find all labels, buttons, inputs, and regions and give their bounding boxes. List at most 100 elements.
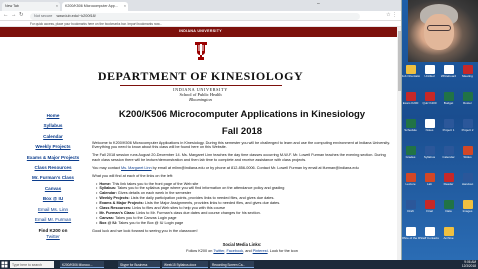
sidebar-link-home[interactable]: Home	[20, 111, 86, 121]
back-icon[interactable]: ←	[3, 12, 9, 18]
taskbar-clock[interactable]: 9:06 AM 12/3/2018	[461, 260, 476, 268]
desktop-file-icon[interactable]: Handout	[458, 173, 477, 186]
iu-banner-text[interactable]: INDIANA UNIVERSITY	[0, 29, 401, 33]
desktop-file-label: Slides	[463, 156, 472, 159]
desktop-file-icon[interactable]: Calendar	[439, 146, 458, 159]
file-icon	[424, 200, 435, 209]
desktop-file-label: Lecture	[405, 183, 416, 186]
session-paragraph: The Fall 2018 session runs August 20-Dec…	[92, 153, 386, 162]
desktop-file-icon[interactable]: Lab	[420, 173, 439, 186]
file-icon	[462, 173, 473, 182]
desktop-file-icon[interactable]: Draft	[401, 200, 420, 213]
tab-new[interactable]: New Tab ×	[2, 2, 60, 11]
department-name: DEPARTMENT OF KINESIOLOGY	[97, 69, 304, 83]
desktop-file-label: Schedule	[404, 129, 417, 132]
forward-icon[interactable]: →	[11, 12, 17, 18]
desktop-file-icon[interactable]: Slides	[458, 146, 477, 159]
desktop-file-icon[interactable]: Whiteboard	[439, 65, 458, 78]
desktop-file-icon[interactable]: Schedule	[401, 119, 420, 132]
file-icon	[462, 119, 473, 128]
windows-start-icon[interactable]	[1, 261, 8, 268]
desktop-file-icon[interactable]: Exam K200	[401, 92, 420, 105]
file-icon	[424, 227, 435, 236]
file-icon	[405, 146, 416, 155]
desktop-file-icon[interactable]: Office of the Registrar	[401, 227, 420, 240]
desktop-file-icon[interactable]: Final	[420, 200, 439, 213]
menu-icon[interactable]: ☆ ⋮	[386, 12, 397, 18]
reload-icon[interactable]: ↻	[19, 12, 24, 18]
sidebar-link-canvas[interactable]: Canvas	[20, 184, 86, 194]
webcam-overlay	[408, 0, 478, 62]
desktop-file-icon[interactable]: Meeting	[458, 65, 477, 78]
taskbar-search-input[interactable]: Type here to search	[10, 261, 54, 268]
taskbar-item-recording[interactable]: Recording Screen Ca...	[210, 261, 254, 268]
minimize-icon[interactable]: –	[317, 1, 320, 7]
sidebar-twitter-link[interactable]: Twitter	[20, 233, 86, 240]
pinterest-link[interactable]: Pinterest	[253, 249, 268, 253]
taskbar-item-chrome[interactable]: K200/K506 Microco...	[60, 261, 104, 268]
sidebar-link-box[interactable]: Box @ IU	[20, 194, 86, 204]
iu-trident-logo[interactable]	[194, 41, 208, 61]
desktop-file-icon[interactable]: Project 2	[458, 119, 477, 132]
sidebar-link-class-resources[interactable]: Class Resources	[20, 163, 86, 173]
scrollbar-thumb[interactable]	[397, 31, 401, 91]
follow-line: Follow K200 on Twitter, Facebook, and Pi…	[92, 249, 392, 253]
desktop-file-icon[interactable]: Notes	[420, 119, 439, 132]
desktop-file-icon[interactable]: Grades	[401, 146, 420, 159]
webcam-person-face	[424, 14, 454, 50]
tab-label: K200/K506 Microcomputer App...	[65, 4, 118, 8]
desktop-file-icon[interactable]: Archive	[439, 227, 458, 240]
sidebar-nav: Home Syllabus Calendar Weekly Projects E…	[20, 111, 86, 240]
desktop-file-icon[interactable]: Images	[458, 200, 477, 213]
sidebar-link-email-linn[interactable]: Email Ms. Linn	[20, 205, 86, 215]
desktop-file-icon[interactable]: Staff Contacts	[420, 227, 439, 240]
file-icon	[424, 119, 435, 128]
file-icon	[405, 65, 416, 74]
file-icon	[405, 200, 416, 209]
taskbar-item-word[interactable]: Week15 Syllabus.docx	[162, 261, 208, 268]
tab-k200[interactable]: K200/K506 Microcomputer App... ×	[62, 2, 128, 11]
page-title: K200/K506 Microcomputer Applications in …	[118, 109, 366, 120]
desktop-file-icon[interactable]: Roster	[458, 92, 477, 105]
sidebar-link-weekly-projects[interactable]: Weekly Projects	[20, 142, 86, 152]
file-icon	[462, 92, 473, 101]
sidebar-link-syllabus[interactable]: Syllabus	[20, 121, 86, 131]
close-icon[interactable]: ×	[56, 4, 58, 8]
link-description-text: Gives details on each week in the semest…	[116, 191, 192, 196]
link-description-text: Takes you to the Canvas Login page	[114, 215, 177, 220]
desktop-file-icon[interactable]: Data	[439, 200, 458, 213]
link-description-text: Lists the daily participation points, pr…	[129, 196, 275, 201]
desktop-file-icon[interactable]: Untitled	[420, 65, 439, 78]
taskbar-item-skype[interactable]: Skype for Business	[118, 261, 160, 268]
twitter-link[interactable]: Twitter	[213, 249, 224, 253]
sidebar-link-furman-class[interactable]: Mr. Furman's Class	[20, 173, 86, 183]
desktop-file-icon[interactable]: Rob Orientation	[401, 65, 420, 78]
sidebar-link-email-furman[interactable]: Email Mr. Furman	[20, 215, 86, 225]
page-scrollbar[interactable]	[397, 27, 401, 260]
desktop-file-icon[interactable]: Project 1	[439, 119, 458, 132]
facebook-link[interactable]: Facebook	[226, 249, 243, 253]
desktop-file-label: Untitled	[424, 75, 435, 78]
link-description-name: Weekly Projects:	[99, 196, 130, 201]
desktop-file-icon[interactable]: Reader	[439, 173, 458, 186]
sidebar-link-calendar[interactable]: Calendar	[20, 132, 86, 142]
desktop-file-label: Office of the Registrar	[401, 237, 420, 240]
desktop-file-label: Calendar	[442, 156, 455, 159]
link-description-item: Box @ IU: Takes you to the Box @ IU Logi…	[96, 221, 392, 226]
file-icon	[462, 200, 473, 209]
link-description-name: Home:	[99, 181, 112, 186]
sidebar-link-exams[interactable]: Exams & Major Projects	[20, 153, 86, 163]
desktop-file-label: Grades	[405, 156, 416, 159]
desktop-file-icon[interactable]: Budget	[439, 92, 458, 105]
close-icon[interactable]: ×	[124, 4, 126, 8]
file-icon	[443, 92, 454, 101]
url-input[interactable]: Not secure www.iub.edu/~k200f18/	[30, 12, 360, 20]
clock-date: 12/3/2018	[461, 263, 476, 268]
desktop-file-icon[interactable]: Quiz K200	[420, 92, 439, 105]
desktop-file-icon[interactable]: Syllabus	[420, 146, 439, 159]
follow-separator: , and	[243, 248, 253, 253]
contact-linn-link[interactable]: Ms. Margaret Linn	[121, 166, 152, 170]
link-description-text: Links to Mr. Furman's class due dates an…	[135, 211, 261, 215]
not-secure-label[interactable]: Not secure	[34, 14, 52, 18]
desktop-file-icon[interactable]: Lecture	[401, 173, 420, 186]
